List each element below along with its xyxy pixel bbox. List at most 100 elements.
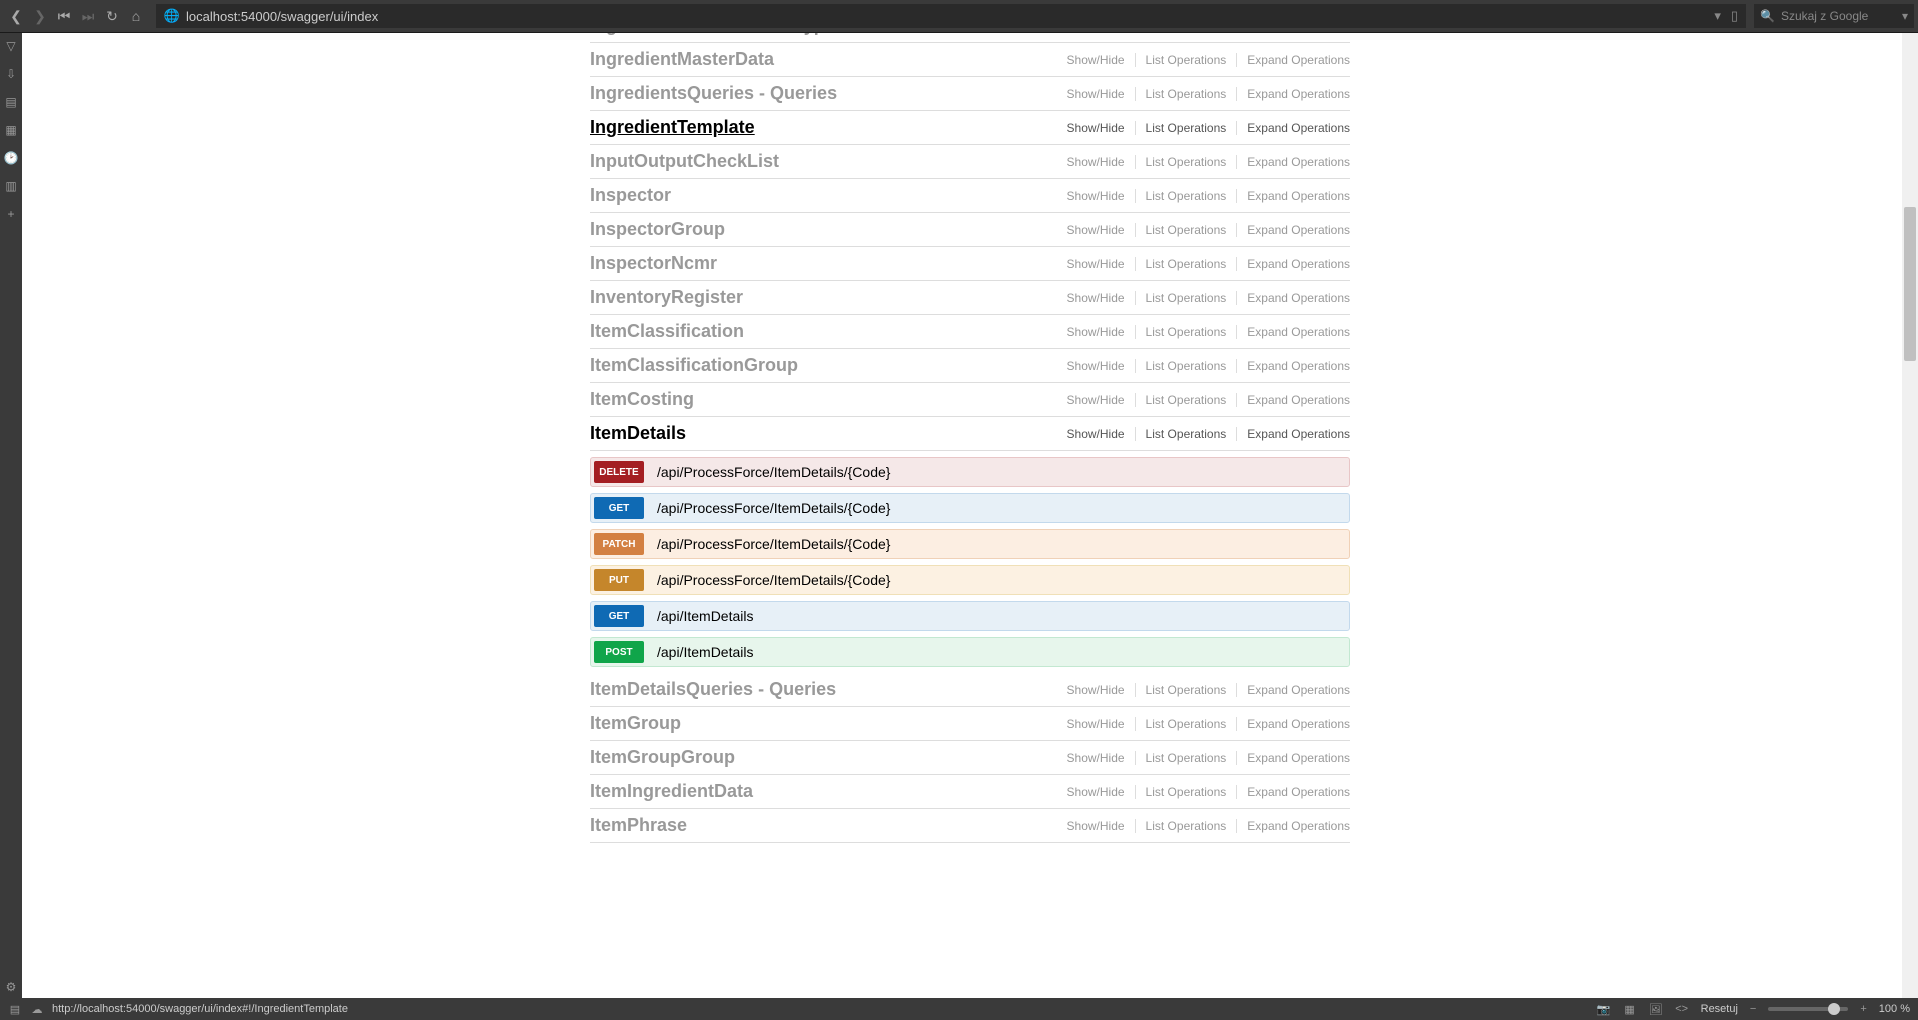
- expand-operations-link[interactable]: Expand Operations: [1237, 427, 1350, 441]
- operation-path[interactable]: /api/ItemDetails: [647, 638, 1349, 666]
- zoom-out-icon[interactable]: −: [1750, 1003, 1756, 1015]
- zoom-reset[interactable]: Resetuj: [1701, 1003, 1738, 1015]
- resource-name[interactable]: ItemCosting: [590, 389, 694, 410]
- show-hide-link[interactable]: Show/Hide: [1057, 155, 1136, 169]
- list-operations-link[interactable]: List Operations: [1136, 785, 1238, 799]
- show-hide-link[interactable]: Show/Hide: [1057, 427, 1136, 441]
- operation-path[interactable]: /api/ProcessForce/ItemDetails/{Code}: [647, 530, 1349, 558]
- resource-name[interactable]: ItemDetailsQueries - Queries: [590, 679, 836, 700]
- list-operations-link[interactable]: List Operations: [1136, 189, 1238, 203]
- list-operations-link[interactable]: List Operations: [1136, 359, 1238, 373]
- show-hide-link[interactable]: Show/Hide: [1057, 359, 1136, 373]
- show-hide-link[interactable]: Show/Hide: [1057, 53, 1136, 67]
- resource-name[interactable]: Inspector: [590, 185, 671, 206]
- bookmark-panel-icon[interactable]: ▽: [4, 39, 18, 53]
- show-hide-link[interactable]: Show/Hide: [1057, 291, 1136, 305]
- resource-name[interactable]: InspectorGroup: [590, 219, 725, 240]
- list-operations-link[interactable]: List Operations: [1136, 751, 1238, 765]
- expand-operations-link[interactable]: Expand Operations: [1237, 819, 1350, 833]
- downloads-panel-icon[interactable]: ⇩: [4, 67, 18, 81]
- resource-name[interactable]: InspectorNcmr: [590, 253, 717, 274]
- search-dropdown-icon[interactable]: ▾: [1902, 9, 1908, 23]
- resource-name[interactable]: IngredientClassificationType: [590, 33, 835, 36]
- dropdown-icon[interactable]: ▾: [1714, 8, 1721, 24]
- resource-name[interactable]: ItemPhrase: [590, 815, 687, 836]
- show-hide-link[interactable]: Show/Hide: [1057, 189, 1136, 203]
- operation-row[interactable]: PATCH/api/ProcessForce/ItemDetails/{Code…: [590, 529, 1350, 559]
- show-hide-link[interactable]: Show/Hide: [1057, 819, 1136, 833]
- show-hide-link[interactable]: Show/Hide: [1057, 87, 1136, 101]
- resource-name[interactable]: IngredientsQueries - Queries: [590, 83, 837, 104]
- show-hide-link[interactable]: Show/Hide: [1057, 121, 1136, 135]
- operation-path[interactable]: /api/ItemDetails: [647, 602, 1349, 630]
- expand-operations-link[interactable]: Expand Operations: [1237, 325, 1350, 339]
- operation-row[interactable]: PUT/api/ProcessForce/ItemDetails/{Code}: [590, 565, 1350, 595]
- resource-name[interactable]: ItemGroup: [590, 713, 681, 734]
- show-hide-link[interactable]: Show/Hide: [1057, 325, 1136, 339]
- fast-forward-button[interactable]: ⏭: [76, 4, 100, 28]
- settings-icon[interactable]: ⚙: [4, 980, 18, 994]
- back-button[interactable]: ❮: [4, 4, 28, 28]
- zoom-in-icon[interactable]: +: [1860, 1003, 1866, 1015]
- window-panel-icon[interactable]: ▦: [4, 123, 18, 137]
- expand-operations-link[interactable]: Expand Operations: [1237, 683, 1350, 697]
- show-hide-link[interactable]: Show/Hide: [1057, 751, 1136, 765]
- list-operations-link[interactable]: List Operations: [1136, 325, 1238, 339]
- show-hide-link[interactable]: Show/Hide: [1057, 785, 1136, 799]
- zoom-slider-thumb[interactable]: [1828, 1003, 1840, 1015]
- operation-path[interactable]: /api/ProcessForce/ItemDetails/{Code}: [647, 458, 1349, 486]
- resource-name[interactable]: ItemGroupGroup: [590, 747, 735, 768]
- scrollbar[interactable]: [1902, 33, 1918, 998]
- resource-name[interactable]: ItemDetails: [590, 423, 686, 444]
- image-icon[interactable]: 🖼: [1649, 1002, 1663, 1016]
- add-panel-icon[interactable]: +: [4, 207, 18, 221]
- url-bar[interactable]: 🌐 localhost:54000/swagger/ui/index ▾ ▯: [156, 4, 1746, 28]
- show-hide-link[interactable]: Show/Hide: [1057, 683, 1136, 697]
- list-operations-link[interactable]: List Operations: [1136, 683, 1238, 697]
- resource-name[interactable]: ItemClassification: [590, 321, 744, 342]
- list-operations-link[interactable]: List Operations: [1136, 155, 1238, 169]
- list-operations-link[interactable]: List Operations: [1136, 53, 1238, 67]
- expand-operations-link[interactable]: Expand Operations: [1237, 121, 1350, 135]
- list-operations-link[interactable]: List Operations: [1136, 291, 1238, 305]
- rewind-button[interactable]: ⏮: [52, 4, 76, 28]
- list-operations-link[interactable]: List Operations: [1136, 717, 1238, 731]
- operation-row[interactable]: GET/api/ProcessForce/ItemDetails/{Code}: [590, 493, 1350, 523]
- expand-operations-link[interactable]: Expand Operations: [1237, 189, 1350, 203]
- expand-operations-link[interactable]: Expand Operations: [1237, 393, 1350, 407]
- resource-name[interactable]: ItemClassificationGroup: [590, 355, 798, 376]
- expand-operations-link[interactable]: Expand Operations: [1237, 53, 1350, 67]
- list-operations-link[interactable]: List Operations: [1136, 819, 1238, 833]
- expand-operations-link[interactable]: Expand Operations: [1237, 717, 1350, 731]
- camera-icon[interactable]: 📷: [1597, 1002, 1611, 1016]
- search-box[interactable]: 🔍 Szukaj z Google ▾: [1754, 4, 1914, 28]
- operation-row[interactable]: POST/api/ItemDetails: [590, 637, 1350, 667]
- list-operations-link[interactable]: List Operations: [1136, 87, 1238, 101]
- code-icon[interactable]: <>: [1675, 1002, 1689, 1016]
- bookmark-icon[interactable]: ▯: [1731, 8, 1738, 24]
- scrollbar-thumb[interactable]: [1904, 207, 1916, 361]
- resource-name[interactable]: InventoryRegister: [590, 287, 743, 308]
- show-hide-link[interactable]: Show/Hide: [1057, 393, 1136, 407]
- expand-operations-link[interactable]: Expand Operations: [1237, 359, 1350, 373]
- show-hide-link[interactable]: Show/Hide: [1057, 223, 1136, 237]
- forward-button[interactable]: ❯: [28, 4, 52, 28]
- reload-button[interactable]: ↻: [100, 4, 124, 28]
- resource-name[interactable]: IngredientTemplate: [590, 117, 755, 138]
- list-operations-link[interactable]: List Operations: [1136, 223, 1238, 237]
- show-hide-link[interactable]: Show/Hide: [1057, 257, 1136, 271]
- list-operations-link[interactable]: List Operations: [1136, 393, 1238, 407]
- expand-operations-link[interactable]: Expand Operations: [1237, 785, 1350, 799]
- expand-operations-link[interactable]: Expand Operations: [1237, 257, 1350, 271]
- home-button[interactable]: ⌂: [124, 4, 148, 28]
- expand-operations-link[interactable]: Expand Operations: [1237, 751, 1350, 765]
- tile-icon[interactable]: ▦: [1623, 1002, 1637, 1016]
- operation-path[interactable]: /api/ProcessForce/ItemDetails/{Code}: [647, 566, 1349, 594]
- notes-panel-icon[interactable]: ▤: [4, 95, 18, 109]
- status-dock-icon[interactable]: ▤: [8, 1002, 22, 1016]
- resource-name[interactable]: IngredientMasterData: [590, 49, 774, 70]
- expand-operations-link[interactable]: Expand Operations: [1237, 87, 1350, 101]
- expand-operations-link[interactable]: Expand Operations: [1237, 155, 1350, 169]
- history-panel-icon[interactable]: 🕑: [4, 151, 18, 165]
- operation-path[interactable]: /api/ProcessForce/ItemDetails/{Code}: [647, 494, 1349, 522]
